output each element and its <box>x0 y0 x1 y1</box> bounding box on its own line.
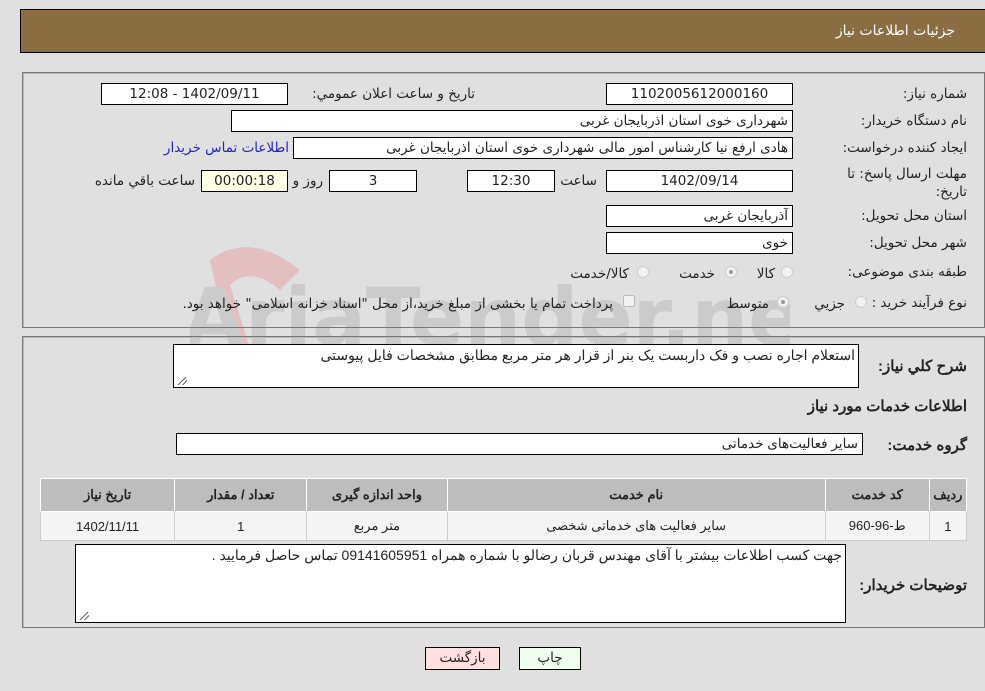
service-group-label: گروه خدمت: <box>887 437 967 454</box>
page-title: جزئیات اطلاعات نیاز <box>835 23 955 39</box>
buyer-contact-link[interactable]: اطلاعات تماس خریدار <box>164 140 289 156</box>
col-row-number: ردیف <box>928 478 968 512</box>
cell-unit: متر مربع <box>306 511 448 541</box>
deadline-time-label: ساعت <box>560 173 597 189</box>
col-service-code: کد خدمت <box>824 478 930 512</box>
province-field: آذربایجان غربی <box>606 205 793 227</box>
cell-service-name: سایر فعالیت های خدماتی شخصی <box>446 511 826 541</box>
city-label: شهر محل تحویل: <box>869 235 967 251</box>
remaining-time-label: ساعت باقي مانده <box>94 173 195 189</box>
buyer-notes-label: توضیحات خریدار: <box>859 577 967 594</box>
remaining-time-field: 00:00:18 <box>201 170 288 192</box>
announce-date-label: تاریخ و ساعت اعلان عمومي: <box>312 86 475 102</box>
cell-row-number: 1 <box>928 511 968 541</box>
need-number-field: 1102005612000160 <box>606 83 793 105</box>
table-header-row: ردیف کد خدمت نام خدمت واحد اندازه گیری ت… <box>39 478 968 512</box>
resize-grip-icon[interactable] <box>79 612 89 620</box>
table-row: 1 ط-96-960 سایر فعالیت های خدماتی شخصی م… <box>39 511 968 541</box>
service-group-field: سایر فعالیت‌های خدماتی <box>176 433 863 455</box>
category-radio-goods[interactable] <box>781 266 793 278</box>
requester-field: هادی ارفع نیا کارشناس امور مالی شهرداری … <box>293 137 793 159</box>
buyer-org-field: شهرداری خوی استان اذربایجان غربی <box>231 110 793 132</box>
category-option-service: خدمت <box>679 266 715 282</box>
process-option-minor: جزيي <box>814 296 845 312</box>
treasury-checkbox-label: پرداخت تمام یا بخشی از مبلغ خرید،از محل … <box>182 296 613 312</box>
page-header: جزئیات اطلاعات نیاز <box>20 9 985 53</box>
cell-quantity: 1 <box>174 511 308 541</box>
category-radio-goods-service[interactable] <box>637 266 649 278</box>
buyer-notes-textarea[interactable]: جهت کسب اطلاعات بیشتر با آقای مهندس قربا… <box>75 544 846 623</box>
process-option-medium: متوسط <box>726 296 769 312</box>
treasury-checkbox[interactable] <box>623 295 635 307</box>
category-label: طبقه بندی موضوعی: <box>847 264 967 280</box>
summary-text: استعلام اجاره نصب و فک داربست یک بنر از … <box>320 347 855 363</box>
col-need-date: تاریخ نیاز <box>39 478 176 512</box>
category-option-goods: کالا <box>756 266 775 282</box>
resize-grip-icon[interactable] <box>177 377 187 385</box>
process-radio-minor[interactable] <box>855 296 867 308</box>
col-quantity: تعداد / مقدار <box>174 478 308 512</box>
deadline-label: مهلت ارسال پاسخ: تا تاریخ: <box>847 166 967 200</box>
summary-label: شرح کلي نیاز: <box>878 358 967 375</box>
days-label: روز و <box>292 173 323 189</box>
deadline-time-field: 12:30 <box>467 170 555 192</box>
announce-date-field: 1402/09/11 - 12:08 <box>101 83 288 105</box>
back-button[interactable]: بازگشت <box>425 647 500 670</box>
city-field: خوی <box>606 232 793 254</box>
category-option-goods-service: کالا/خدمت <box>570 266 629 282</box>
process-radio-medium[interactable] <box>777 296 789 308</box>
summary-textarea[interactable]: استعلام اجاره نصب و فک داربست یک بنر از … <box>173 344 859 388</box>
cell-need-date: 1402/11/11 <box>39 511 176 541</box>
cell-service-code: ط-96-960 <box>824 511 930 541</box>
remaining-days-field: 3 <box>329 170 417 192</box>
services-heading: اطلاعات خدمات مورد نیاز <box>807 398 967 415</box>
col-service-name: نام خدمت <box>446 478 826 512</box>
buyer-org-label: نام دستگاه خریدار: <box>860 113 967 129</box>
need-number-label: شماره نیاز: <box>902 86 967 102</box>
buyer-notes-text: جهت کسب اطلاعات بیشتر با آقای مهندس قربا… <box>211 547 842 563</box>
province-label: استان محل تحویل: <box>861 208 967 224</box>
deadline-date-field: 1402/09/14 <box>606 170 793 192</box>
print-button[interactable]: چاپ <box>519 647 581 670</box>
requester-label: ایجاد کننده درخواست: <box>842 140 967 156</box>
process-type-label: نوع فرآیند خرید : <box>871 295 967 311</box>
col-unit: واحد اندازه گیری <box>306 478 448 512</box>
category-radio-service[interactable] <box>725 266 737 278</box>
services-table: ردیف کد خدمت نام خدمت واحد اندازه گیری ت… <box>39 478 968 541</box>
